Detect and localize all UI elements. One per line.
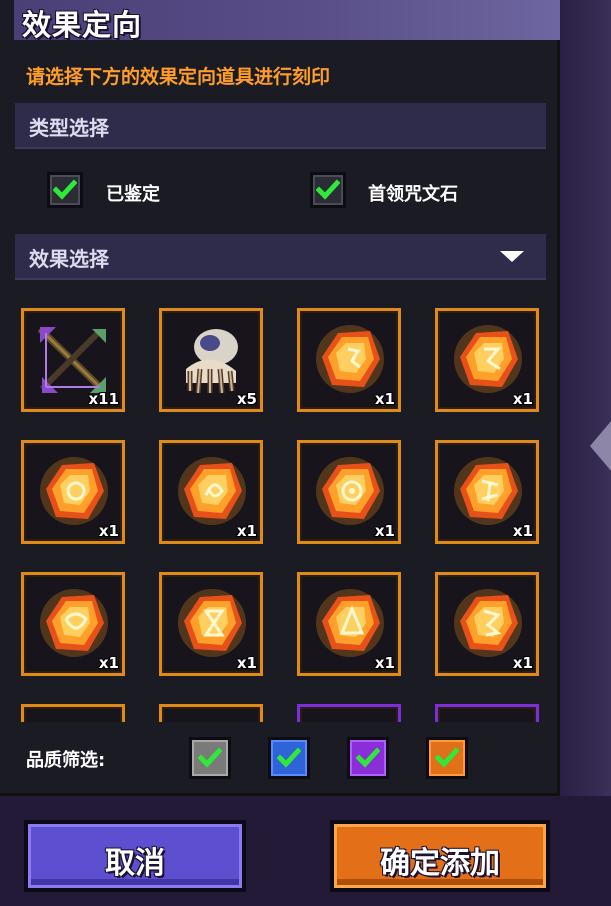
item-slot[interactable]: x1: [21, 440, 125, 544]
item-count: x5: [236, 390, 257, 408]
rune-stone-icon: [40, 457, 108, 525]
rune-stone-icon: [40, 589, 108, 657]
effect-section-label: 效果选择: [29, 247, 109, 271]
checkmark-icon: [277, 747, 301, 768]
item-slot[interactable]: x1: [159, 440, 263, 544]
quality-filter-rare[interactable]: [268, 737, 310, 779]
item-slot[interactable]: [435, 704, 539, 722]
item-slot[interactable]: x5: [159, 308, 263, 412]
squid-creature-icon: [186, 329, 238, 394]
item-count: x1: [98, 522, 119, 540]
instruction-text: 请选择下方的效果定向道具进行刻印: [26, 66, 331, 88]
type-section-label: 类型选择: [29, 116, 109, 140]
side-arrow-icon[interactable]: [590, 420, 611, 472]
item-count: x1: [236, 654, 257, 672]
item-slot[interactable]: x1: [435, 308, 539, 412]
identified-label: 已鉴定: [106, 184, 160, 205]
boss-rune-checkbox[interactable]: [310, 172, 346, 208]
quality-filter-epic[interactable]: [347, 737, 389, 779]
cancel-button-label: 取消: [105, 846, 165, 881]
item-count: x1: [512, 522, 533, 540]
item-slot[interactable]: [297, 704, 401, 722]
rune-stone-icon: [178, 589, 246, 657]
item-count: x1: [98, 654, 119, 672]
item-grid: x11 x5 x1 x1 x1 x1 x1 x1 x1 x1 x1 x1: [15, 300, 546, 722]
item-slot[interactable]: x1: [435, 572, 539, 676]
checkmark-icon: [316, 179, 340, 200]
item-count: x1: [374, 654, 395, 672]
item-count: x1: [236, 522, 257, 540]
identified-checkbox[interactable]: [47, 172, 83, 208]
item-count: x1: [374, 522, 395, 540]
item-slot[interactable]: x11: [21, 308, 125, 412]
item-count: x1: [512, 654, 533, 672]
quality-filter-label: 品质筛选:: [26, 750, 106, 771]
checkmark-icon: [198, 747, 222, 768]
type-section-header: 类型选择: [15, 103, 546, 149]
item-slot[interactable]: x1: [21, 572, 125, 676]
item-count: x1: [512, 390, 533, 408]
item-slot[interactable]: [159, 704, 263, 722]
dropdown-arrow-icon[interactable]: [500, 251, 524, 262]
item-slot[interactable]: [21, 704, 125, 722]
checkmark-icon: [53, 179, 77, 200]
rune-stone-icon: [454, 457, 522, 525]
rune-stone-icon: [316, 325, 384, 393]
item-slot[interactable]: x1: [297, 440, 401, 544]
rune-stone-icon: [178, 457, 246, 525]
effect-section-header[interactable]: 效果选择: [15, 234, 546, 280]
item-slot[interactable]: x1: [159, 572, 263, 676]
rune-stone-icon: [316, 589, 384, 657]
crossbow-icon: [37, 326, 106, 393]
item-slot[interactable]: x1: [297, 308, 401, 412]
checkmark-icon: [435, 747, 459, 768]
checkmark-icon: [356, 747, 380, 768]
rune-stone-icon: [454, 589, 522, 657]
item-slot[interactable]: x1: [297, 572, 401, 676]
quality-filter-common[interactable]: [189, 737, 231, 779]
rune-stone-icon: [316, 457, 384, 525]
item-count: x11: [88, 390, 119, 408]
item-slot[interactable]: x1: [435, 440, 539, 544]
confirm-button-label: 确定添加: [380, 846, 500, 881]
rune-stone-icon: [454, 325, 522, 393]
panel-title: 效果定向: [22, 8, 143, 42]
item-count: x1: [374, 390, 395, 408]
quality-filter-legendary[interactable]: [426, 737, 468, 779]
cancel-button[interactable]: 取消: [24, 820, 246, 892]
boss-rune-label: 首领咒文石: [368, 184, 458, 205]
effect-targeting-panel: 效果定向 请选择下方的效果定向道具进行刻印 类型选择 已鉴定 首领咒文石 效果选…: [0, 0, 560, 796]
confirm-add-button[interactable]: 确定添加: [330, 820, 550, 892]
